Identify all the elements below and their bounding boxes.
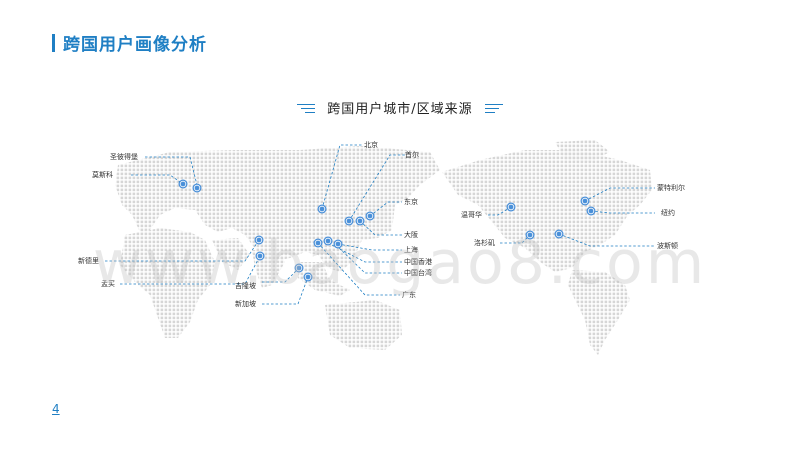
city-label-mengmai: 孟买 (101, 279, 115, 288)
pin-icon (506, 202, 516, 212)
pin-icon (313, 238, 323, 248)
city-label-osaka: 大阪 (404, 230, 418, 239)
slide: 跨国用户画像分析 跨国用户城市/区域来源 北京 首尔 东京 大阪 上海 中国香港… (0, 0, 800, 449)
city-label-seoul: 首尔 (405, 150, 419, 159)
pin-icon (255, 251, 265, 261)
pin-icon (580, 196, 590, 206)
city-label-moscow: 莫斯科 (92, 170, 113, 179)
city-label-montreal: 蒙特利尔 (657, 183, 685, 192)
city-label-hongkong: 中国香港 (404, 257, 432, 266)
pin-icon (323, 236, 333, 246)
city-label-tokyo: 东京 (404, 197, 418, 206)
pin-icon (344, 216, 354, 226)
city-label-kualalumpur: 吉隆坡 (235, 281, 256, 290)
pin-icon (586, 206, 596, 216)
city-label-boston: 波斯顿 (657, 241, 678, 250)
pin-icon (294, 263, 304, 273)
continents (115, 140, 652, 355)
arabia-landmass (212, 238, 250, 270)
pin-icon (178, 179, 188, 189)
city-label-newyork: 纽约 (661, 208, 675, 217)
pin-icon (192, 183, 202, 193)
city-label-vancouver: 温哥华 (461, 210, 482, 219)
australia-landmass (325, 300, 402, 350)
city-label-losangeles: 洛杉矶 (474, 238, 495, 247)
pin-icon (355, 216, 365, 226)
south-america-landmass (568, 270, 630, 355)
pin-icon (317, 204, 327, 214)
city-label-beijing: 北京 (364, 140, 378, 149)
city-label-guangdong: 广东 (402, 290, 416, 299)
pin-icon (333, 239, 343, 249)
city-label-taiwan: 中国台湾 (404, 268, 432, 277)
pin-icon (303, 272, 313, 282)
pin-icon (554, 229, 564, 239)
city-label-singapore: 新加坡 (235, 299, 256, 308)
pin-icon (525, 230, 535, 240)
pin-icon (365, 211, 375, 221)
africa-landmass (120, 228, 215, 338)
page-number[interactable]: 4 (52, 402, 60, 416)
city-label-newdelhi: 新德里 (78, 256, 99, 265)
pin-icon (254, 235, 264, 245)
city-label-stpetersburg: 圣彼得堡 (110, 152, 138, 161)
city-label-shanghai: 上海 (404, 245, 418, 254)
world-map: 北京 首尔 东京 大阪 上海 中国香港 中国台湾 广东 圣彼得堡 莫斯科 新德里… (78, 140, 685, 355)
